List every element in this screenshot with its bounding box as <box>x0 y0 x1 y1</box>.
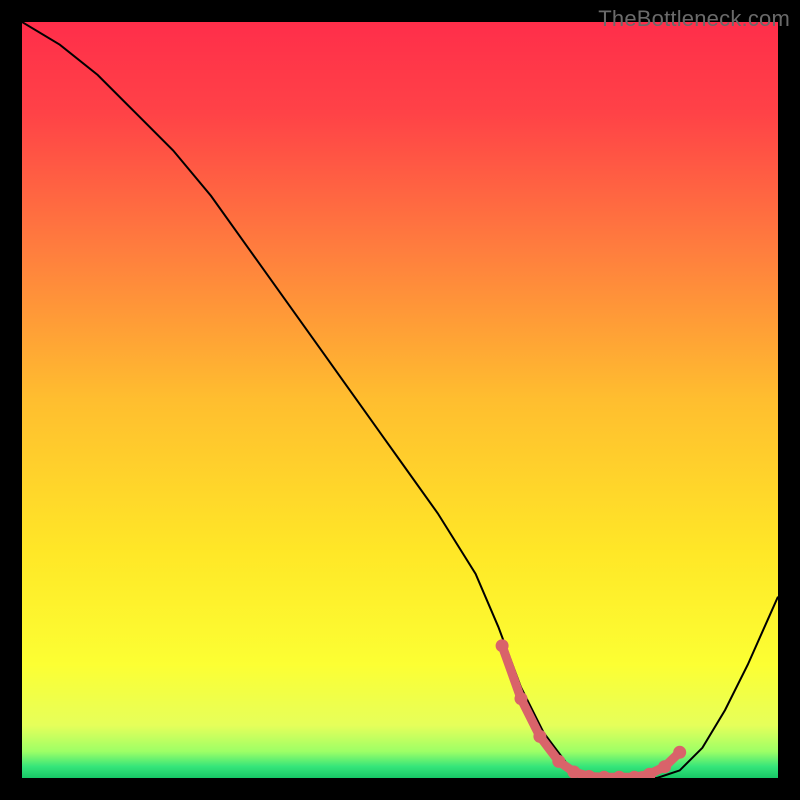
highlight-dot <box>673 746 686 759</box>
chart-svg <box>22 22 778 778</box>
highlight-dot <box>533 730 546 743</box>
plot-area <box>22 22 778 778</box>
chart-container: TheBottleneck.com <box>0 0 800 800</box>
highlight-dot <box>658 760 671 773</box>
highlight-dot <box>567 766 580 779</box>
gradient-background <box>22 22 778 778</box>
highlight-dot <box>496 639 509 652</box>
highlight-dot <box>515 692 528 705</box>
watermark-text: TheBottleneck.com <box>598 6 790 32</box>
highlight-dot <box>552 755 565 768</box>
